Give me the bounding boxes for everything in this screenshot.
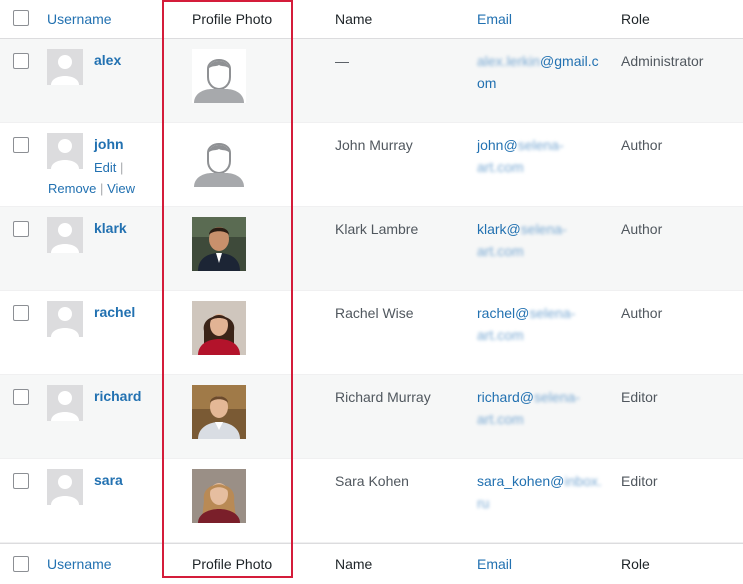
username-link[interactable]: sara [94, 472, 123, 488]
table-row: richard Richard Murray richard@selena- a… [0, 375, 743, 459]
row-actions-line2: Remove | View [48, 178, 135, 199]
row-checkbox[interactable] [13, 221, 29, 237]
column-role: Role [621, 556, 650, 572]
user-role: Author [621, 137, 663, 153]
row-checkbox[interactable] [13, 473, 29, 489]
avatar [47, 133, 83, 169]
user-name: Rachel Wise [335, 305, 414, 321]
username-link[interactable]: richard [94, 388, 141, 404]
email-blurred: inbox. [564, 473, 602, 489]
email-local: klark@ [477, 221, 521, 237]
user-role: Author [621, 305, 663, 321]
user-name: — [335, 53, 349, 69]
email-blurred: art.com [477, 411, 524, 427]
table-row: john Edit | Remove | View John Murray jo… [0, 123, 743, 207]
select-all-checkbox-footer[interactable] [13, 556, 29, 572]
profile-photo-placeholder [192, 49, 246, 103]
email-link[interactable]: alex.lerkin@gmail.c om [477, 50, 602, 94]
row-checkbox[interactable] [13, 137, 29, 153]
table-row: alex — alex.lerkin@gmail.c om Administra… [0, 39, 743, 123]
avatar [47, 469, 83, 505]
row-checkbox[interactable] [13, 389, 29, 405]
email-local: sara_kohen@ [477, 473, 565, 489]
email-blurred: selena- [534, 389, 580, 405]
avatar [47, 49, 83, 85]
username-link[interactable]: alex [94, 52, 121, 68]
avatar [47, 217, 83, 253]
avatar [47, 385, 83, 421]
username-link[interactable]: john [94, 136, 124, 152]
edit-link[interactable]: Edit [94, 160, 116, 175]
email-local: john@ [477, 137, 518, 153]
column-role: Role [621, 11, 650, 27]
profile-photo [192, 301, 246, 355]
column-username-sort[interactable]: Username [47, 11, 112, 27]
email-blurred: art.com [477, 243, 524, 259]
view-link[interactable]: View [107, 181, 135, 196]
user-role: Author [621, 221, 663, 237]
column-email-sort[interactable]: Email [477, 556, 512, 572]
email-link[interactable]: sara_kohen@inbox. ru [477, 470, 602, 514]
select-all-checkbox[interactable] [13, 10, 29, 26]
email-blurred: alex.lerkin [477, 53, 541, 69]
username-link[interactable]: klark [94, 220, 127, 236]
user-role: Editor [621, 389, 658, 405]
email-local: richard@ [477, 389, 535, 405]
user-name: John Murray [335, 137, 413, 153]
email-blurred: selena- [520, 221, 567, 237]
email-blurred: ru [477, 495, 490, 511]
table-row: klark Klark Lambre klark@selena- art.com… [0, 207, 743, 291]
row-checkbox[interactable] [13, 53, 29, 69]
table-row: sara Sara Kohen sara_kohen@inbox. ru Edi… [0, 459, 743, 543]
column-username-sort[interactable]: Username [47, 556, 112, 572]
user-role: Editor [621, 473, 658, 489]
remove-link[interactable]: Remove [48, 181, 96, 196]
separator: | [120, 160, 124, 175]
separator: | [100, 181, 104, 196]
table-footer: Username Profile Photo Name Email Role [0, 543, 743, 584]
email-domain: @gmail.c [540, 53, 599, 69]
column-name: Name [335, 11, 373, 27]
user-name: Klark Lambre [335, 221, 419, 237]
email-link[interactable]: richard@selena- art.com [477, 386, 602, 430]
profile-photo [192, 469, 246, 523]
email-blurred: selena- [529, 305, 576, 321]
avatar [47, 301, 83, 337]
column-name: Name [335, 556, 373, 572]
email-blurred: selena- [517, 137, 564, 153]
email-blurred: art.com [477, 159, 524, 175]
email-link[interactable]: klark@selena- art.com [477, 218, 602, 262]
email-link[interactable]: john@selena- art.com [477, 134, 602, 178]
profile-photo [192, 385, 246, 439]
email-local: rachel@ [477, 305, 530, 321]
table-row: rachel Rachel Wise rachel@selena- art.co… [0, 291, 743, 375]
profile-photo [192, 217, 246, 271]
username-link[interactable]: rachel [94, 304, 135, 320]
email-link[interactable]: rachel@selena- art.com [477, 302, 602, 346]
column-profile-photo: Profile Photo [192, 556, 273, 572]
email-blurred: art.com [477, 327, 524, 343]
users-table: Username Profile Photo Name Email Role a… [0, 0, 743, 584]
profile-photo-placeholder [192, 133, 246, 187]
row-checkbox[interactable] [13, 305, 29, 321]
user-role: Administrator [621, 53, 704, 69]
table-header: Username Profile Photo Name Email Role [0, 0, 743, 39]
email-tail: om [477, 75, 497, 91]
user-name: Richard Murray [335, 389, 431, 405]
column-profile-photo: Profile Photo [192, 11, 273, 27]
row-actions-line1: Edit | [94, 157, 123, 178]
column-email-sort[interactable]: Email [477, 11, 512, 27]
user-name: Sara Kohen [335, 473, 409, 489]
